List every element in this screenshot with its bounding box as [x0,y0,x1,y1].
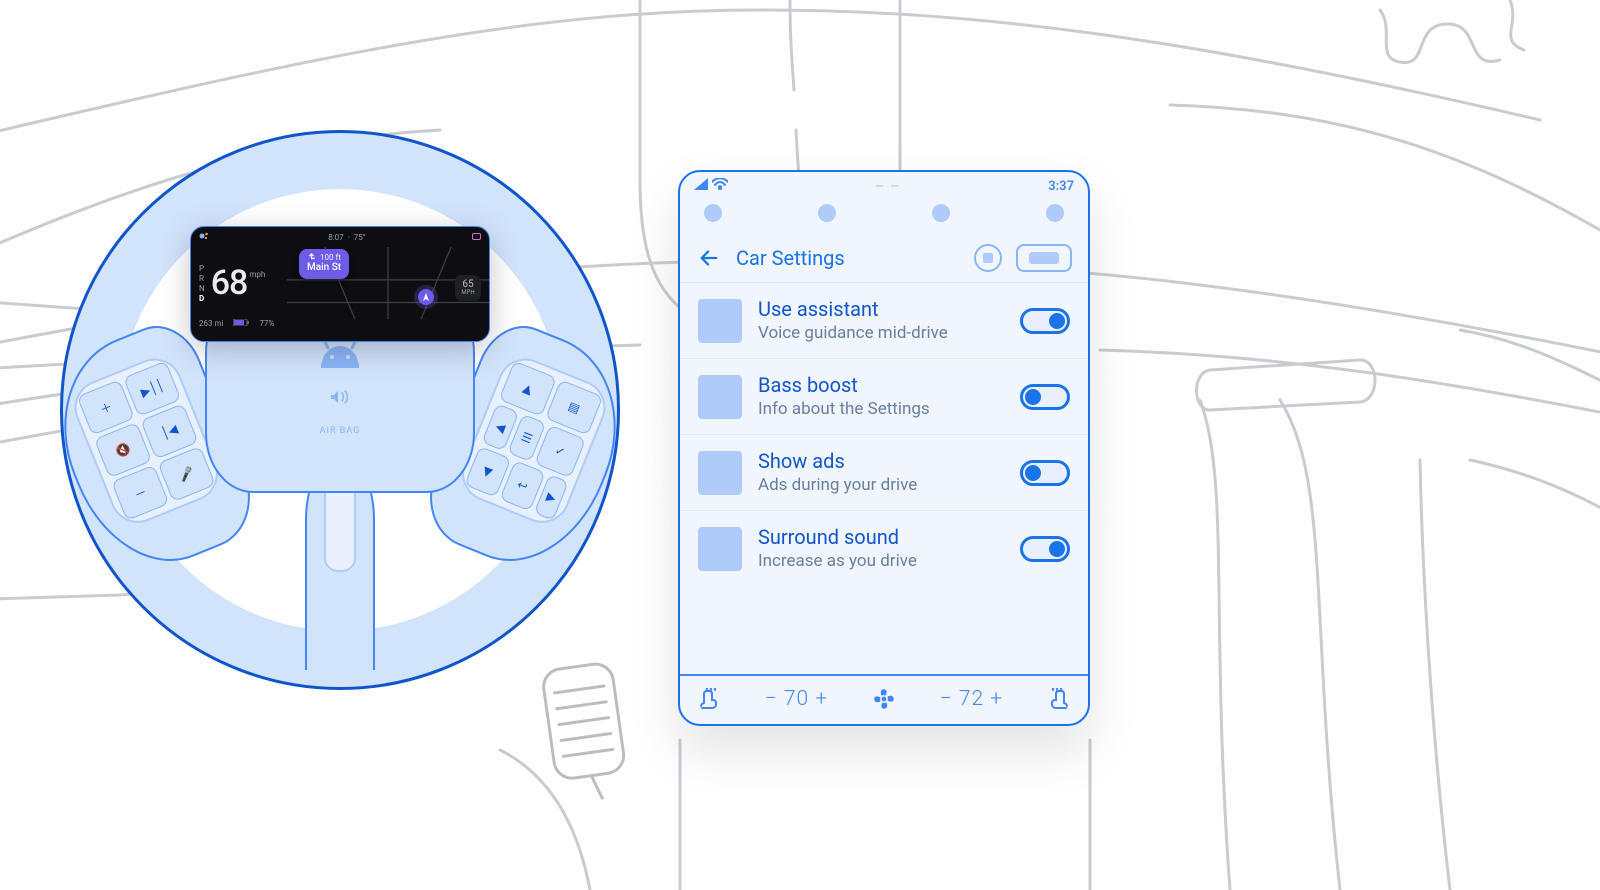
notch-indicator: — — [875,180,901,193]
pedal-sketch [536,654,650,806]
appbar-action-1[interactable] [974,244,1002,272]
tab-dot-2[interactable] [818,204,836,222]
cluster-notif-icon [472,233,481,240]
setting-row-title: Use assistant [758,297,1004,322]
setting-row[interactable]: Show adsAds during your drive [680,435,1088,511]
center-display-tablet: — — 3:37 Car Settings Use assistantVoice… [678,170,1090,726]
setting-row-subtitle: Voice guidance mid-drive [758,322,1004,344]
airbag-label: AIR BAG [320,426,361,436]
battery-label: 77% [259,319,274,328]
setting-toggle[interactable] [1020,384,1070,410]
climate-bar: − 70 + − 72 + [680,674,1088,724]
setting-row-subtitle: Info about the Settings [758,398,1004,420]
instrument-cluster: 8:07 · 75° P R N D 68 mph [190,226,490,342]
tab-dot-3[interactable] [932,204,950,222]
setting-row[interactable]: Surround soundIncrease as you drive [680,511,1088,586]
back-button[interactable] [696,245,722,271]
setting-row-icon [698,375,742,419]
android-logo-icon [317,340,363,372]
steering-wheel: ＋ ▶││ 🔇 │◀ － 🎤 ▲ ▤ ◀ ☰ ✓ [60,130,620,690]
gear-indicator: P R N D [199,264,205,303]
setting-row-title: Bass boost [758,373,1004,398]
setting-row-subtitle: Ads during your drive [758,474,1004,496]
wifi-icon [712,178,728,194]
setting-row-icon [698,299,742,343]
steering-wheel-left-pad: ＋ ▶││ 🔇 │◀ － 🎤 [66,350,226,531]
fan-icon[interactable] [871,686,897,712]
seat-heater-left-icon[interactable] [698,688,722,710]
horn-icon[interactable] [330,390,350,408]
left-temp-control[interactable]: − 70 + [765,687,828,711]
setting-row-subtitle: Increase as you drive [758,550,1004,572]
setting-toggle[interactable] [1020,460,1070,486]
signal-icon [694,178,708,194]
battery-icon [233,319,249,328]
speedometer: 68 mph [211,266,266,300]
cluster-temperature: 75° [354,233,366,242]
setting-row-icon [698,527,742,571]
range-label: 263 mi [199,319,223,328]
settings-list[interactable]: Use assistantVoice guidance mid-driveBas… [680,283,1088,674]
setting-row-title: Show ads [758,449,1004,474]
tab-dot-4[interactable] [1046,204,1064,222]
tab-dot-1[interactable] [704,204,722,222]
app-tab-strip [680,200,1088,234]
setting-toggle[interactable] [1020,536,1070,562]
setting-row-icon [698,451,742,495]
setting-row[interactable]: Bass boostInfo about the Settings [680,359,1088,435]
statusbar-clock: 3:37 [1048,179,1074,194]
steering-wheel-right-pad: ▲ ▤ ◀ ☰ ✓ ▼ ↩ ▶ [454,350,614,531]
speed-limit-badge: 65 MPH [455,275,481,301]
setting-toggle[interactable] [1020,308,1070,334]
page-title: Car Settings [736,246,845,270]
nav-direction-card: 100 ft Main St [299,249,349,279]
vehicle-heading-icon [418,289,434,305]
right-temp-control[interactable]: − 72 + [940,687,1003,711]
seat-heater-right-icon[interactable] [1046,688,1070,710]
cluster-clock: 8:07 [328,233,343,242]
cluster-assistant-icon [199,231,209,243]
app-bar: Car Settings [680,234,1088,283]
setting-row-title: Surround sound [758,525,1004,550]
setting-row[interactable]: Use assistantVoice guidance mid-drive [680,283,1088,359]
appbar-action-2[interactable] [1016,244,1072,272]
statusbar: — — 3:37 [680,172,1088,200]
